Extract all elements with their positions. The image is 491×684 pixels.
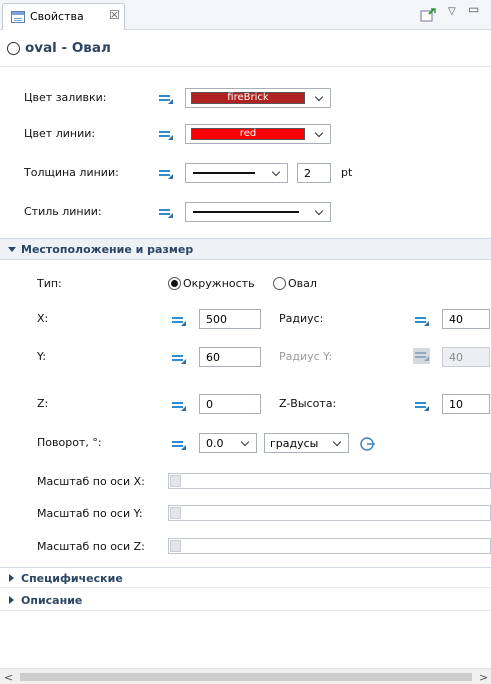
line-width-preview [193, 172, 255, 174]
rotation-select[interactable]: 0.0 [199, 433, 257, 453]
tab-close-icon[interactable]: ☒ [109, 8, 120, 22]
scroll-right-icon[interactable]: > [479, 671, 488, 684]
line-color-link-icon[interactable] [159, 129, 174, 141]
section-title: Описание [21, 594, 83, 607]
z-height-label: Z-Высота: [279, 397, 337, 410]
view-menu-icon[interactable]: ▽ [448, 6, 456, 17]
page-title: oval - Овал [25, 40, 111, 56]
line-color-label: Цвет линии: [24, 127, 96, 140]
type-circle-label[interactable]: Окружность [183, 277, 255, 290]
line-color-swatch: red [191, 128, 305, 140]
rotation-unit: градусы [270, 437, 319, 450]
rotation-label: Поворот, °: [37, 436, 102, 449]
scrollbar-thumb[interactable] [20, 673, 472, 681]
rotation-link-icon[interactable] [172, 439, 187, 451]
type-oval-radio[interactable] [273, 277, 286, 290]
y-input[interactable]: 60 [199, 347, 261, 367]
line-style-link-icon[interactable] [159, 207, 174, 219]
y-link-icon[interactable] [172, 353, 187, 365]
section-title: Специфические [21, 572, 123, 585]
radius-y-link-icon [413, 348, 430, 364]
line-width-unit: pt [341, 166, 353, 179]
chevron-down-icon [310, 89, 330, 107]
x-label: X: [37, 312, 49, 325]
expand-closed-icon [9, 596, 14, 604]
fill-color-link-icon[interactable] [159, 93, 174, 105]
line-style-preview [193, 211, 299, 213]
radius-y-label: Радиус Y: [279, 350, 333, 363]
radius-input[interactable]: 40 [442, 309, 490, 329]
chevron-down-icon [310, 125, 330, 143]
line-width-select[interactable] [185, 163, 288, 183]
line-color-select[interactable]: red [185, 124, 331, 144]
line-width-link-icon[interactable] [159, 168, 174, 180]
z-input[interactable]: 0 [199, 394, 261, 414]
radius-y-input: 40 [442, 347, 490, 367]
scale-y-slider[interactable] [168, 505, 491, 521]
scroll-left-icon[interactable]: < [4, 671, 13, 684]
rotation-unit-select[interactable]: градусы [264, 433, 349, 453]
radius-label: Радиус: [279, 312, 324, 325]
chevron-down-icon [310, 203, 330, 221]
line-style-label: Стиль линии: [24, 205, 102, 218]
section-location-size[interactable]: Местоположение и размер [0, 238, 491, 260]
section-description[interactable]: Описание [0, 590, 491, 611]
scale-x-slider[interactable] [168, 473, 491, 489]
pin-editor-icon[interactable] [420, 8, 436, 22]
chevron-down-icon [328, 434, 348, 452]
rotation-value: 0.0 [206, 437, 224, 450]
fill-color-swatch: fireBrick [191, 92, 305, 104]
type-circle-radio[interactable] [168, 277, 181, 290]
line-width-input[interactable]: 2 [297, 163, 331, 183]
oval-shape-icon [7, 42, 20, 55]
scale-x-label: Масштаб по оси X: [37, 475, 145, 488]
minimize-icon[interactable]: ▭ [468, 2, 479, 16]
properties-icon [11, 11, 25, 23]
section-title: Местоположение и размер [21, 243, 194, 256]
scale-z-slider[interactable] [168, 538, 491, 554]
z-height-input[interactable]: 10 [442, 394, 490, 414]
z-link-icon[interactable] [172, 400, 187, 412]
type-oval-label[interactable]: Овал [288, 277, 317, 290]
z-height-link-icon[interactable] [415, 400, 430, 412]
line-width-label: Толщина линии: [24, 166, 119, 179]
expand-open-icon [8, 247, 16, 252]
chevron-down-icon [267, 164, 287, 182]
radius-link-icon[interactable] [415, 315, 430, 327]
y-label: Y: [37, 350, 46, 363]
slider-thumb[interactable] [170, 540, 181, 552]
fill-color-label: Цвет заливки: [24, 91, 107, 104]
slider-thumb[interactable] [170, 475, 181, 487]
x-link-icon[interactable] [172, 315, 187, 327]
tab-properties[interactable]: Свойства ☒ [2, 3, 125, 30]
x-input[interactable]: 500 [199, 309, 261, 329]
chevron-down-icon [236, 434, 256, 452]
horizontal-scrollbar[interactable]: < > [0, 668, 491, 684]
z-label: Z: [37, 397, 49, 410]
tab-label: Свойства [30, 10, 84, 23]
scale-z-label: Масштаб по оси Z: [37, 540, 145, 553]
scale-y-label: Масштаб по оси Y: [37, 507, 143, 520]
rotate-icon[interactable] [359, 436, 375, 452]
line-style-select[interactable] [185, 202, 331, 222]
slider-thumb[interactable] [170, 507, 181, 519]
expand-closed-icon [9, 574, 14, 582]
fill-color-select[interactable]: fireBrick [185, 88, 331, 108]
type-label: Тип: [37, 277, 62, 290]
section-specific[interactable]: Специфические [0, 567, 491, 588]
title-bar: oval - Овал [0, 31, 491, 67]
